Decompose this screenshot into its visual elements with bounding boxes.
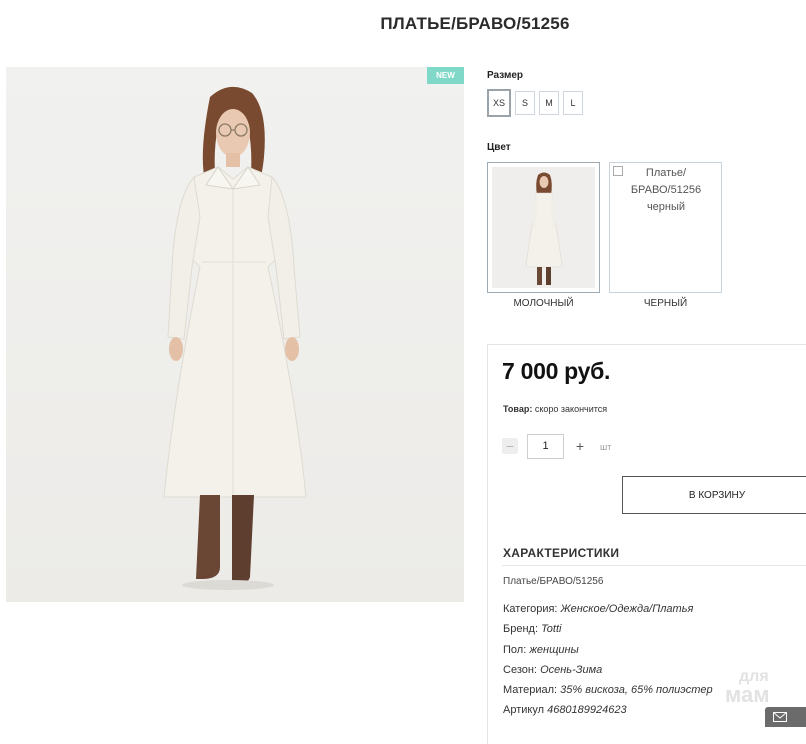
color-caption-black: ЧЕРНЫЙ <box>643 298 688 309</box>
characteristic-value: женщины <box>529 643 579 656</box>
stock-value: скоро закончится <box>534 404 608 414</box>
characteristic-row: Пол: женщины <box>503 640 713 660</box>
mail-icon <box>773 712 787 722</box>
quantity-minus-button[interactable]: − <box>502 438 518 454</box>
size-option-xs[interactable]: XS <box>487 89 511 117</box>
size-option-l[interactable]: L <box>563 91 583 115</box>
feedback-mail-button[interactable] <box>765 707 806 727</box>
characteristic-key: Пол: <box>503 643 527 656</box>
characteristic-row: Материал: 35% вискоза, 65% полиэстер <box>503 680 713 700</box>
quantity-input[interactable]: 1 <box>527 434 564 459</box>
characteristic-key: Категория: <box>503 603 558 615</box>
price: 7 000 руб. <box>502 358 611 384</box>
characteristic-key: Сезон: <box>503 663 537 676</box>
characteristic-value: Totti <box>541 623 562 636</box>
size-label: Размер <box>487 70 524 81</box>
characteristic-key: Артикул <box>503 704 545 717</box>
color-caption-milk: МОЛОЧНЫЙ <box>513 298 574 309</box>
quantity-plus-button[interactable]: + <box>572 438 588 454</box>
characteristic-value: 4680189924623 <box>547 704 627 717</box>
product-title: ПЛАТЬЕ/БРАВО/51256 <box>380 14 570 33</box>
characteristic-value: 35% вискоза, 65% полиэстер <box>560 684 713 697</box>
site-watermark: для мам <box>725 668 770 707</box>
characteristics-title: ХАРАКТЕРИСТИКИ <box>503 546 620 560</box>
size-option-s[interactable]: S <box>515 91 535 115</box>
new-badge: NEW <box>427 67 464 84</box>
characteristic-key: Материал: <box>503 684 558 697</box>
stock-label: Товар: <box>503 404 533 414</box>
color-swatch-milk[interactable] <box>487 162 600 293</box>
color-swatch-image <box>492 167 595 288</box>
watermark-line-2: мам <box>725 682 770 707</box>
characteristics-divider <box>502 565 806 566</box>
quantity-unit: шт <box>600 442 612 452</box>
color-label: Цвет <box>487 142 511 153</box>
characteristic-row: Бренд: Totti <box>503 619 713 639</box>
characteristics-product-name: Платье/БРАВО/51256 <box>503 576 604 587</box>
color-swatch-black[interactable]: Платье/ БРАВО/51256 черный <box>609 162 722 293</box>
color-swatch-alt-text: Платье/ БРАВО/51256 черный <box>630 167 702 213</box>
characteristic-value: Осень-Зима <box>540 663 603 676</box>
model-illustration <box>163 86 307 590</box>
add-to-cart-button[interactable]: В КОРЗИНУ <box>622 476 806 514</box>
characteristics-list: Категория: Женское/Одежда/Платья Бренд: … <box>503 599 713 721</box>
size-option-m[interactable]: M <box>539 91 559 115</box>
size-selector: XS S M L <box>487 89 583 117</box>
characteristic-row: Категория: Женское/Одежда/Платья <box>503 599 713 619</box>
characteristic-row: Артикул 4680189924623 <box>503 700 713 720</box>
characteristic-row: Сезон: Осень-Зима <box>503 660 713 680</box>
characteristic-key: Бренд: <box>503 623 539 636</box>
stock-status: Товар: скоро закончится <box>503 404 607 414</box>
product-main-image[interactable] <box>6 67 464 602</box>
characteristic-value: Женское/Одежда/Платья <box>560 603 694 615</box>
